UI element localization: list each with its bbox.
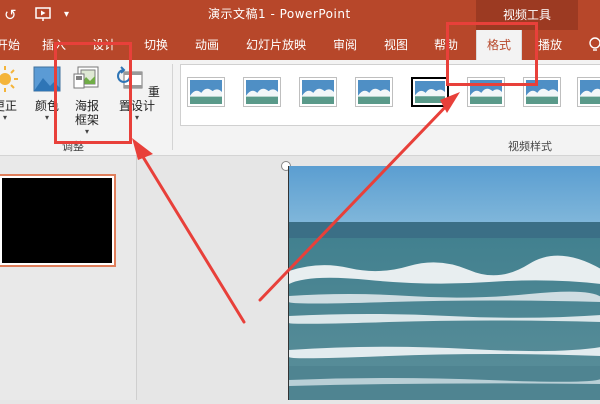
- video-object[interactable]: [288, 166, 600, 400]
- video-style-1[interactable]: [187, 77, 225, 107]
- slide-thumbnail-1[interactable]: [0, 174, 116, 267]
- undo-icon[interactable]: ↺: [4, 5, 17, 25]
- video-style-5-selected[interactable]: [411, 77, 449, 107]
- group-separator: [172, 64, 173, 150]
- video-styles-group-label: 视频样式: [508, 140, 552, 153]
- slide-thumbnails-pane: [0, 156, 137, 400]
- tab-home[interactable]: 开始: [0, 30, 20, 60]
- video-style-4[interactable]: [355, 77, 393, 107]
- chevron-down-icon: ▾: [2, 113, 7, 122]
- corrections-button[interactable]: 更正 ▾: [0, 64, 22, 123]
- video-style-8[interactable]: [577, 77, 600, 107]
- corrections-label: 更正: [0, 99, 17, 113]
- slideshow-from-start-icon[interactable]: [34, 5, 52, 28]
- tab-review[interactable]: 审阅: [333, 30, 357, 60]
- video-style-2[interactable]: [243, 77, 281, 107]
- lightbulb-icon[interactable]: [588, 30, 600, 60]
- video-frame-image: [289, 166, 600, 400]
- annotation-highlight-format-tab: [446, 22, 538, 86]
- tab-playback[interactable]: 播放: [538, 30, 562, 60]
- workspace: [0, 156, 600, 400]
- tab-slide-show[interactable]: 幻灯片放映: [246, 30, 306, 60]
- annotation-highlight-poster-frame: [54, 42, 132, 144]
- tab-transitions[interactable]: 切换: [144, 30, 168, 60]
- tab-view[interactable]: 视图: [384, 30, 408, 60]
- sun-icon: [0, 66, 18, 92]
- window-title: 演示文稿1 - PowerPoint: [208, 7, 351, 21]
- slide-canvas: [138, 156, 600, 400]
- customize-qat-icon[interactable]: ▾: [64, 5, 69, 25]
- tab-animations[interactable]: 动画: [195, 30, 219, 60]
- video-style-3[interactable]: [299, 77, 337, 107]
